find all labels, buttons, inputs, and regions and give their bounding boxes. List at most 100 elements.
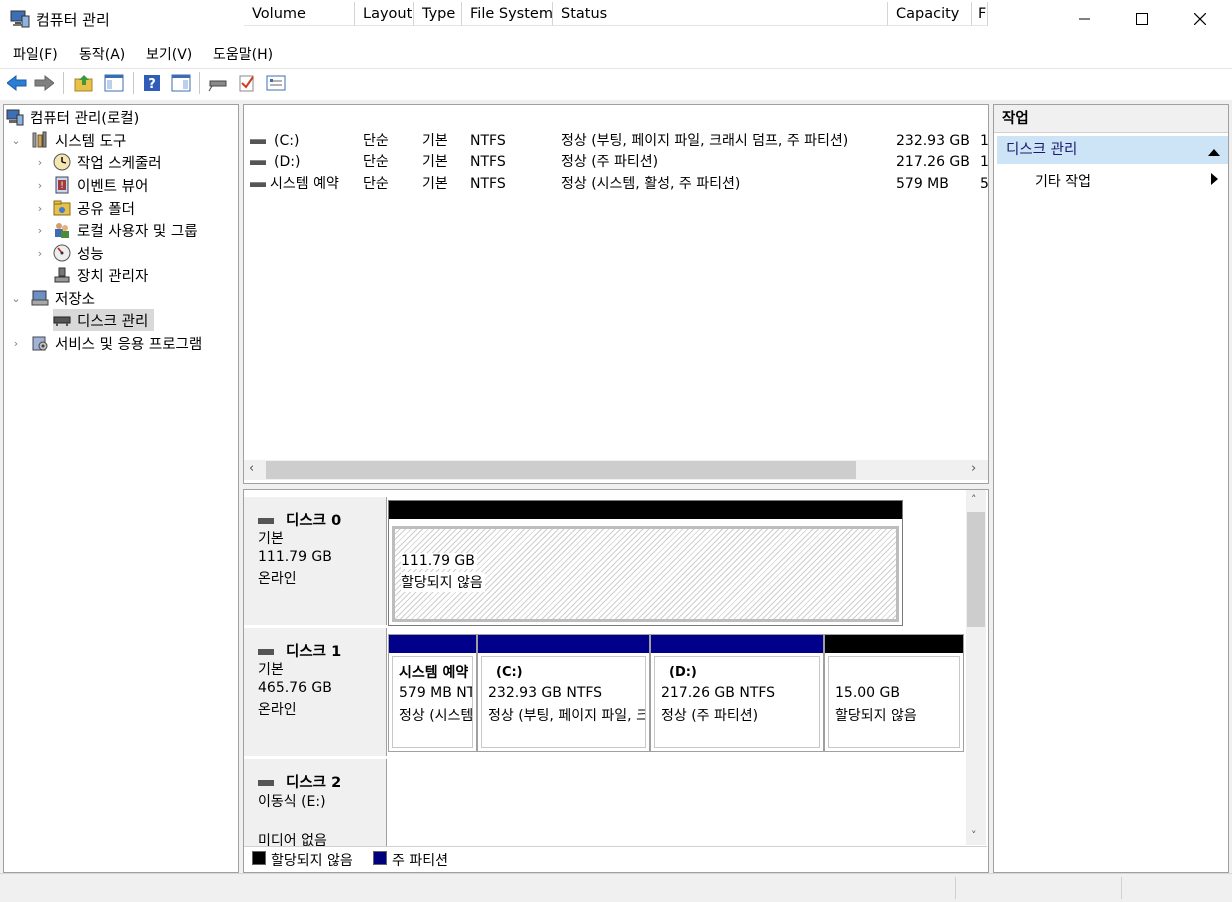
close-icon [1194, 13, 1206, 25]
table-row[interactable]: (C:) 단순 기본 NTFS 정상 (부팅, 페이지 파일, 크래시 덤프, … [244, 131, 989, 152]
users-icon [55, 223, 69, 238]
fs-cell: NTFS [470, 133, 506, 149]
status-cell: 정상 (부팅, 페이지 파일, 크래시 덤프, 주 파티션) [561, 133, 849, 149]
menu-help[interactable]: 도움말(H) [213, 44, 273, 64]
scroll-right-icon[interactable]: › [971, 461, 976, 476]
menu-view[interactable]: 보기(V) [146, 44, 192, 64]
svg-text:?: ? [148, 77, 156, 92]
column-header-volume[interactable]: Volume [244, 2, 355, 26]
tree-item-storage[interactable]: ⌄ 저장소 [9, 287, 95, 309]
chevron-right-icon[interactable]: › [33, 247, 47, 260]
show-hide-action-pane-button[interactable] [170, 72, 192, 94]
column-header-layout[interactable]: Layout [355, 2, 414, 26]
drive-icon [250, 159, 266, 165]
chevron-right-icon[interactable]: › [33, 202, 47, 215]
partition-system-reserved[interactable]: 시스템 예약 579 MB NTFS 정상 (시스템, 활성, 주 파티션) [388, 634, 477, 752]
tree-item-local-users-groups[interactable]: › 로컬 사용자 및 그룹 [33, 219, 198, 241]
partition-size: 579 MB NTFS [399, 685, 472, 701]
tree-item-services-apps[interactable]: › 서비스 및 응용 프로그램 [9, 332, 202, 354]
tree-item-label: 로컬 사용자 및 그룹 [77, 223, 198, 240]
tree-item-label: 작업 스케줄러 [77, 155, 162, 172]
column-header-free-space[interactable]: F [972, 2, 988, 26]
svg-text:!: ! [60, 181, 64, 191]
disk-state: 온라인 [258, 571, 297, 587]
shared-folder-icon [53, 200, 71, 216]
back-arrow-icon [7, 75, 27, 91]
back-button[interactable] [6, 72, 28, 94]
fs-cell: NTFS [470, 154, 506, 170]
column-header-capacity[interactable]: Capacity [888, 2, 972, 26]
chevron-right-icon[interactable]: › [33, 179, 47, 192]
tree-item-system-tools[interactable]: ⌄ 시스템 도구 [9, 129, 126, 151]
tree-item-label: 이벤트 뷰어 [77, 178, 149, 195]
disk-1-label[interactable]: 디스크 1 기본 465.76 GB 온라인 [244, 628, 387, 756]
disk-state: 온라인 [258, 702, 297, 718]
chevron-down-icon[interactable]: ⌄ [9, 292, 23, 305]
scroll-up-icon[interactable]: ˄ [971, 493, 977, 506]
check-button[interactable] [236, 72, 258, 94]
connect-button[interactable] [207, 72, 229, 94]
computer-management-icon [10, 10, 30, 28]
submenu-arrow-icon [1211, 173, 1218, 189]
table-row[interactable]: 시스템 예약 단순 기본 NTFS 정상 (시스템, 활성, 주 파티션) 57… [244, 174, 989, 195]
capacity-cell: 217.26 GB [896, 154, 970, 170]
show-hide-action-icon [171, 74, 191, 92]
help-button[interactable]: ? [141, 72, 163, 94]
disk-icon [258, 649, 274, 655]
tree-item-label: 디스크 관리 [77, 313, 149, 330]
vertical-scroll-thumb[interactable] [967, 512, 985, 627]
forward-button[interactable] [33, 72, 55, 94]
status-separator [1121, 877, 1122, 899]
properties-button[interactable] [265, 72, 287, 94]
column-header-file-system[interactable]: File System [462, 2, 553, 26]
partition-unallocated[interactable]: 111.79 GB 할당되지 않음 [388, 500, 903, 626]
tree-item-task-scheduler[interactable]: › 작업 스케줄러 [33, 151, 162, 173]
tree-item-device-manager[interactable]: 장치 관리자 [53, 264, 148, 286]
partition-c[interactable]: (C:) 232.93 GB NTFS 정상 (부팅, 페이지 파일, 크래시 … [477, 634, 650, 752]
tree-item-label: 컴퓨터 관리(로컬) [30, 110, 140, 127]
services-icon [32, 336, 48, 351]
partition-name: (C:) [496, 665, 523, 680]
free-cell: 1 [980, 133, 989, 149]
chevron-right-icon[interactable]: › [33, 224, 47, 237]
show-hide-console-tree-button[interactable] [103, 72, 125, 94]
layout-cell: 단순 [363, 133, 389, 149]
capacity-cell: 232.93 GB [896, 133, 970, 149]
disk-2-label[interactable]: 디스크 2 이동식 (E:) 미디어 없음 [244, 759, 387, 849]
close-button[interactable] [1171, 0, 1229, 38]
scroll-down-icon[interactable]: ˅ [971, 829, 977, 842]
disk-0-label[interactable]: 디스크 0 기본 111.79 GB 온라인 [244, 497, 387, 625]
minimize-button[interactable] [1056, 0, 1114, 38]
performance-icon [53, 244, 71, 262]
partition-d[interactable]: (D:) 217.26 GB NTFS 정상 (주 파티션) [650, 634, 824, 752]
up-one-level-button[interactable] [73, 72, 95, 94]
table-row[interactable]: (D:) 단순 기본 NTFS 정상 (주 파티션) 217.26 GB 1 [244, 152, 989, 173]
chevron-right-icon[interactable]: › [33, 156, 47, 169]
properties-icon [266, 75, 286, 91]
chevron-right-icon[interactable]: › [9, 337, 23, 350]
action-section-disk-management[interactable]: 디스크 관리 [997, 136, 1228, 164]
column-header-status[interactable]: Status [553, 2, 888, 26]
chevron-down-icon[interactable]: ⌄ [9, 134, 23, 147]
tree-item-disk-management[interactable]: 디스크 관리 [53, 309, 155, 331]
scroll-left-icon[interactable]: ‹ [249, 461, 254, 476]
disk-drive-icon [53, 316, 71, 326]
primary-partition-bar [389, 635, 476, 653]
tree-item-label: 저장소 [55, 291, 96, 308]
collapse-up-icon[interactable] [1208, 144, 1220, 160]
tree-item-shared-folders[interactable]: › 공유 폴더 [33, 197, 135, 219]
column-header-type[interactable]: Type [414, 2, 462, 26]
type-cell: 기본 [422, 154, 448, 170]
horizontal-scroll-thumb[interactable] [266, 461, 856, 479]
tree-item-computer-management[interactable]: 컴퓨터 관리(로컬) [6, 106, 139, 128]
menu-file[interactable]: 파일(F) [13, 44, 58, 64]
status-cell: 정상 (주 파티션) [561, 154, 659, 170]
partition-unallocated[interactable]: 15.00 GB 할당되지 않음 [824, 634, 964, 752]
tree-item-performance[interactable]: › 성능 [33, 242, 104, 264]
maximize-icon [1136, 13, 1148, 25]
action-more-actions[interactable]: 기타 작업 [1035, 171, 1091, 191]
tree-item-event-viewer[interactable]: › ! 이벤트 뷰어 [33, 174, 148, 196]
maximize-button[interactable] [1113, 0, 1171, 38]
menu-action[interactable]: 동작(A) [79, 44, 125, 64]
unallocated-bar [825, 635, 963, 653]
